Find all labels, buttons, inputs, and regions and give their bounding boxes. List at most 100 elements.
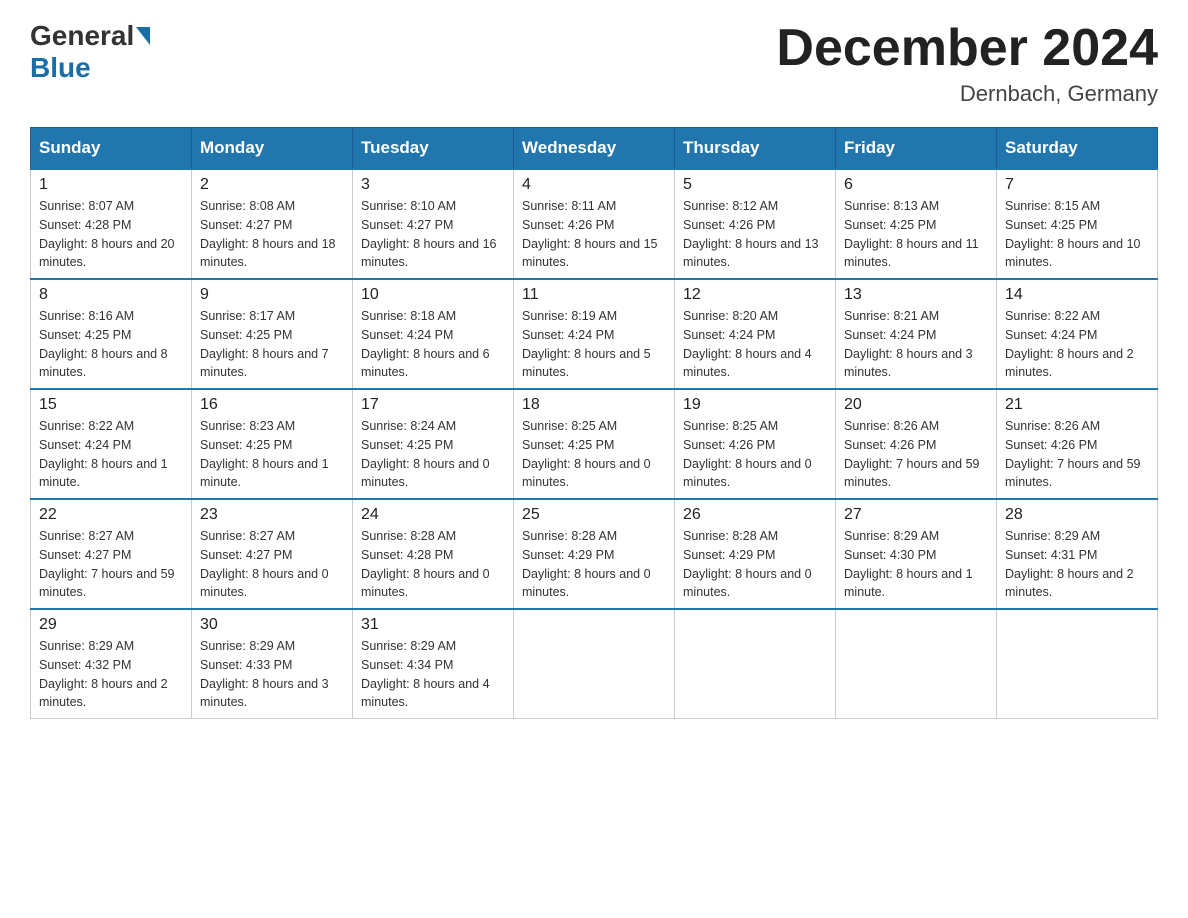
day-number: 6 [844,176,988,194]
day-number: 14 [1005,286,1149,304]
day-info: Sunrise: 8:16 AMSunset: 4:25 PMDaylight:… [39,307,183,382]
day-info: Sunrise: 8:28 AMSunset: 4:28 PMDaylight:… [361,527,505,602]
day-cell: 7 Sunrise: 8:15 AMSunset: 4:25 PMDayligh… [997,169,1158,279]
day-number: 23 [200,506,344,524]
day-cell [997,609,1158,719]
logo-general-text: General [30,20,134,52]
day-cell: 23 Sunrise: 8:27 AMSunset: 4:27 PMDaylig… [192,499,353,609]
day-number: 1 [39,176,183,194]
day-info: Sunrise: 8:12 AMSunset: 4:26 PMDaylight:… [683,197,827,272]
day-info: Sunrise: 8:23 AMSunset: 4:25 PMDaylight:… [200,417,344,492]
day-info: Sunrise: 8:26 AMSunset: 4:26 PMDaylight:… [844,417,988,492]
logo: General Blue [30,20,150,84]
header-row: SundayMondayTuesdayWednesdayThursdayFrid… [31,128,1158,170]
day-cell: 24 Sunrise: 8:28 AMSunset: 4:28 PMDaylig… [353,499,514,609]
day-cell: 10 Sunrise: 8:18 AMSunset: 4:24 PMDaylig… [353,279,514,389]
day-number: 30 [200,616,344,634]
page-header: General Blue December 2024 Dernbach, Ger… [30,20,1158,107]
day-cell: 2 Sunrise: 8:08 AMSunset: 4:27 PMDayligh… [192,169,353,279]
day-info: Sunrise: 8:29 AMSunset: 4:30 PMDaylight:… [844,527,988,602]
day-info: Sunrise: 8:22 AMSunset: 4:24 PMDaylight:… [39,417,183,492]
day-info: Sunrise: 8:22 AMSunset: 4:24 PMDaylight:… [1005,307,1149,382]
location-label: Dernbach, Germany [776,81,1158,107]
day-cell: 5 Sunrise: 8:12 AMSunset: 4:26 PMDayligh… [675,169,836,279]
day-number: 4 [522,176,666,194]
day-info: Sunrise: 8:19 AMSunset: 4:24 PMDaylight:… [522,307,666,382]
day-cell: 17 Sunrise: 8:24 AMSunset: 4:25 PMDaylig… [353,389,514,499]
day-number: 11 [522,286,666,304]
day-info: Sunrise: 8:25 AMSunset: 4:25 PMDaylight:… [522,417,666,492]
day-cell [836,609,997,719]
day-info: Sunrise: 8:18 AMSunset: 4:24 PMDaylight:… [361,307,505,382]
day-cell [514,609,675,719]
month-title: December 2024 [776,20,1158,77]
day-number: 29 [39,616,183,634]
calendar-header: SundayMondayTuesdayWednesdayThursdayFrid… [31,128,1158,170]
day-number: 3 [361,176,505,194]
day-cell: 28 Sunrise: 8:29 AMSunset: 4:31 PMDaylig… [997,499,1158,609]
day-cell: 1 Sunrise: 8:07 AMSunset: 4:28 PMDayligh… [31,169,192,279]
day-cell: 27 Sunrise: 8:29 AMSunset: 4:30 PMDaylig… [836,499,997,609]
header-cell-wednesday: Wednesday [514,128,675,170]
day-info: Sunrise: 8:28 AMSunset: 4:29 PMDaylight:… [683,527,827,602]
header-cell-tuesday: Tuesday [353,128,514,170]
day-info: Sunrise: 8:20 AMSunset: 4:24 PMDaylight:… [683,307,827,382]
day-number: 9 [200,286,344,304]
day-number: 20 [844,396,988,414]
day-cell: 11 Sunrise: 8:19 AMSunset: 4:24 PMDaylig… [514,279,675,389]
day-number: 18 [522,396,666,414]
day-info: Sunrise: 8:07 AMSunset: 4:28 PMDaylight:… [39,197,183,272]
day-number: 31 [361,616,505,634]
logo-arrow-icon [136,27,150,45]
day-info: Sunrise: 8:17 AMSunset: 4:25 PMDaylight:… [200,307,344,382]
day-cell: 3 Sunrise: 8:10 AMSunset: 4:27 PMDayligh… [353,169,514,279]
header-cell-saturday: Saturday [997,128,1158,170]
logo-blue-text: Blue [30,52,91,84]
day-number: 12 [683,286,827,304]
day-cell: 4 Sunrise: 8:11 AMSunset: 4:26 PMDayligh… [514,169,675,279]
day-cell: 18 Sunrise: 8:25 AMSunset: 4:25 PMDaylig… [514,389,675,499]
day-info: Sunrise: 8:27 AMSunset: 4:27 PMDaylight:… [200,527,344,602]
day-cell: 6 Sunrise: 8:13 AMSunset: 4:25 PMDayligh… [836,169,997,279]
logo-blue-block [134,27,150,45]
day-cell: 26 Sunrise: 8:28 AMSunset: 4:29 PMDaylig… [675,499,836,609]
day-cell: 29 Sunrise: 8:29 AMSunset: 4:32 PMDaylig… [31,609,192,719]
header-cell-sunday: Sunday [31,128,192,170]
day-info: Sunrise: 8:15 AMSunset: 4:25 PMDaylight:… [1005,197,1149,272]
day-cell: 15 Sunrise: 8:22 AMSunset: 4:24 PMDaylig… [31,389,192,499]
day-cell: 9 Sunrise: 8:17 AMSunset: 4:25 PMDayligh… [192,279,353,389]
week-row-5: 29 Sunrise: 8:29 AMSunset: 4:32 PMDaylig… [31,609,1158,719]
day-cell: 20 Sunrise: 8:26 AMSunset: 4:26 PMDaylig… [836,389,997,499]
day-info: Sunrise: 8:13 AMSunset: 4:25 PMDaylight:… [844,197,988,272]
day-number: 2 [200,176,344,194]
day-info: Sunrise: 8:10 AMSunset: 4:27 PMDaylight:… [361,197,505,272]
day-number: 21 [1005,396,1149,414]
day-number: 7 [1005,176,1149,194]
header-cell-monday: Monday [192,128,353,170]
week-row-4: 22 Sunrise: 8:27 AMSunset: 4:27 PMDaylig… [31,499,1158,609]
day-number: 16 [200,396,344,414]
day-cell: 8 Sunrise: 8:16 AMSunset: 4:25 PMDayligh… [31,279,192,389]
day-info: Sunrise: 8:26 AMSunset: 4:26 PMDaylight:… [1005,417,1149,492]
day-cell: 21 Sunrise: 8:26 AMSunset: 4:26 PMDaylig… [997,389,1158,499]
day-number: 22 [39,506,183,524]
day-info: Sunrise: 8:24 AMSunset: 4:25 PMDaylight:… [361,417,505,492]
day-info: Sunrise: 8:29 AMSunset: 4:34 PMDaylight:… [361,637,505,712]
day-info: Sunrise: 8:08 AMSunset: 4:27 PMDaylight:… [200,197,344,272]
day-info: Sunrise: 8:29 AMSunset: 4:33 PMDaylight:… [200,637,344,712]
day-number: 5 [683,176,827,194]
day-number: 13 [844,286,988,304]
day-info: Sunrise: 8:11 AMSunset: 4:26 PMDaylight:… [522,197,666,272]
calendar-table: SundayMondayTuesdayWednesdayThursdayFrid… [30,127,1158,719]
day-cell: 12 Sunrise: 8:20 AMSunset: 4:24 PMDaylig… [675,279,836,389]
title-block: December 2024 Dernbach, Germany [776,20,1158,107]
calendar-body: 1 Sunrise: 8:07 AMSunset: 4:28 PMDayligh… [31,169,1158,719]
week-row-2: 8 Sunrise: 8:16 AMSunset: 4:25 PMDayligh… [31,279,1158,389]
day-cell: 31 Sunrise: 8:29 AMSunset: 4:34 PMDaylig… [353,609,514,719]
header-cell-friday: Friday [836,128,997,170]
day-number: 24 [361,506,505,524]
day-info: Sunrise: 8:25 AMSunset: 4:26 PMDaylight:… [683,417,827,492]
header-cell-thursday: Thursday [675,128,836,170]
week-row-3: 15 Sunrise: 8:22 AMSunset: 4:24 PMDaylig… [31,389,1158,499]
day-number: 19 [683,396,827,414]
